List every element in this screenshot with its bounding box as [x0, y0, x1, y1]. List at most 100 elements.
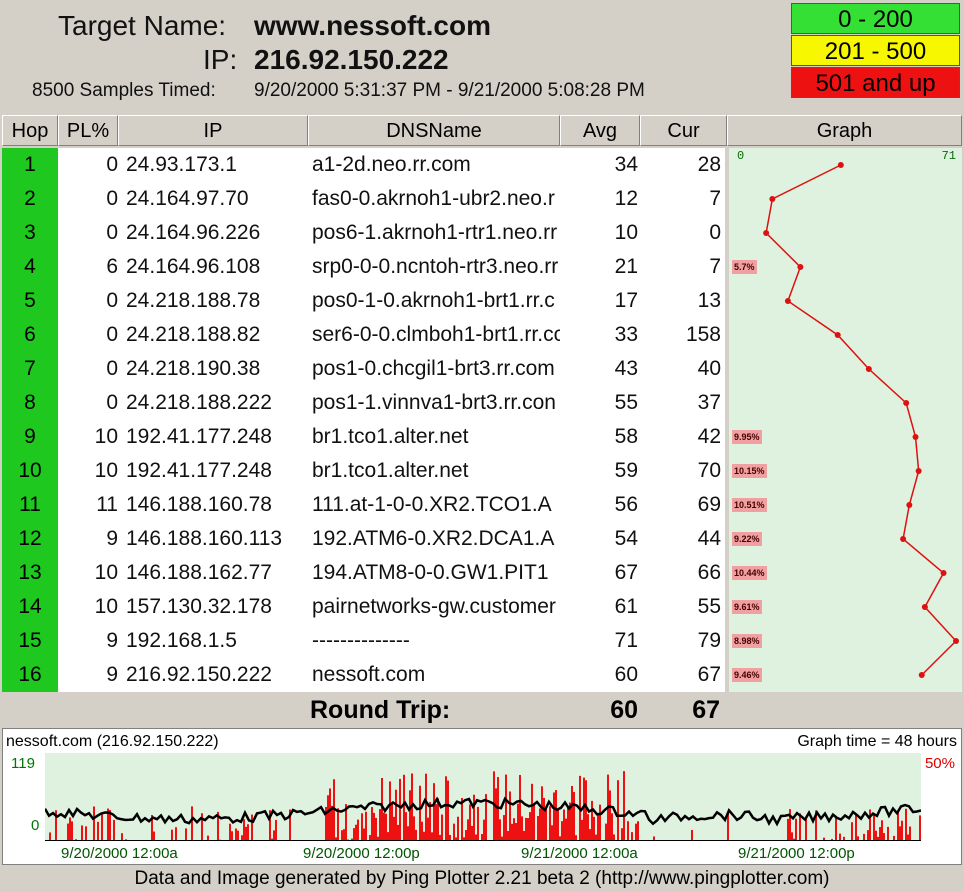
- loss-bar: [383, 812, 385, 841]
- table-row[interactable]: 5 0 24.218.188.78 pos0-1-0.akrnoh1-brt1.rr.…: [2, 284, 962, 318]
- table-row[interactable]: 2 0 24.164.97.70 fas0-0.akrnoh1-ubr2.neo.r 1…: [2, 182, 962, 216]
- table-row[interactable]: 6 0 24.218.188.82 ser6-0-0.clmboh1-brt1.rr.…: [2, 318, 962, 352]
- round-trip-cur: 67: [692, 696, 720, 724]
- ip-address: 157.130.32.178: [118, 590, 308, 624]
- round-trip-bar: Round Trip: 60 67: [0, 694, 964, 726]
- packet-loss-value: 9: [58, 522, 118, 556]
- loss-bar: [587, 814, 589, 841]
- loss-bar: [361, 813, 363, 841]
- table-row[interactable]: 9 10 192.41.177.248 br1.tco1.alter.net 58 42 9…: [2, 420, 962, 454]
- packet-loss-value: 6: [58, 250, 118, 284]
- loss-bar: [67, 823, 69, 841]
- loss-bar: [467, 819, 469, 841]
- table-row[interactable]: 11 11 146.188.160.78 111.at-1-0-0.XR2.TCO1.…: [2, 488, 962, 522]
- column-hop[interactable]: Hop: [2, 115, 58, 146]
- column-ip[interactable]: IP: [118, 115, 308, 146]
- hop-number: 10: [2, 454, 58, 488]
- loss-bar: [97, 821, 99, 841]
- loss-bar: [341, 830, 343, 841]
- loss-bar: [565, 818, 567, 841]
- loss-bar: [523, 830, 525, 841]
- cur-latency: 70: [640, 454, 725, 488]
- loss-bar: [389, 781, 391, 841]
- table-row[interactable]: 12 9 146.188.160.113 192.ATM6-0.XR2.DCA1.A 5…: [2, 522, 962, 556]
- loss-bar: [379, 809, 381, 841]
- table-row[interactable]: 7 0 24.218.190.38 pos1-0.chcgil1-brt3.rr.co…: [2, 352, 962, 386]
- loss-bar: [477, 806, 479, 841]
- loss-bar: [609, 790, 611, 841]
- loss-bar: [611, 813, 613, 841]
- avg-latency: 21: [560, 250, 640, 284]
- loss-bar: [543, 797, 545, 841]
- cur-latency: 13: [640, 284, 725, 318]
- packet-loss-value: 10: [58, 420, 118, 454]
- loss-bar: [631, 832, 633, 841]
- loss-bar: [171, 829, 173, 841]
- time-graph-loss-label: 50%: [924, 755, 955, 772]
- loss-bar: [691, 829, 693, 841]
- table-row[interactable]: 13 10 146.188.162.77 194.ATM8-0-0.GW1.PIT1 6…: [2, 556, 962, 590]
- loss-bar: [851, 822, 853, 841]
- table-row[interactable]: 10 10 192.41.177.248 br1.tco1.alter.net 59 70…: [2, 454, 962, 488]
- column-avg[interactable]: Avg: [560, 115, 640, 146]
- loss-bar: [867, 830, 869, 841]
- round-trip-label: Round Trip:: [310, 696, 451, 724]
- loss-bar: [591, 800, 593, 841]
- table-row[interactable]: 1 0 24.93.173.1 a1-2d.neo.rr.com 34 28: [2, 148, 962, 182]
- loss-bar: [237, 830, 239, 841]
- table-row[interactable]: 16 9 216.92.150.222 nessoft.com 60 67 9.46%: [2, 658, 962, 692]
- loss-bar: [495, 788, 497, 841]
- loss-bar: [527, 818, 529, 841]
- ip-address: 216.92.150.222: [118, 658, 308, 692]
- avg-latency: 17: [560, 284, 640, 318]
- table-row[interactable]: 14 10 157.130.32.178 pairnetworks-gw.custom…: [2, 590, 962, 624]
- loss-bar: [121, 833, 123, 841]
- loss-bar: [331, 805, 333, 841]
- cur-latency: 69: [640, 488, 725, 522]
- packet-loss-bar: 9.95%: [732, 430, 762, 444]
- ip-address: 24.93.173.1: [118, 148, 308, 182]
- loss-bar: [525, 817, 527, 841]
- hop-number: 16: [2, 658, 58, 692]
- column-graph[interactable]: Graph: [727, 115, 962, 146]
- table-row[interactable]: 15 9 192.168.1.5 -------------- 71 79 8.98%: [2, 624, 962, 658]
- table-row[interactable]: 3 0 24.164.96.226 pos6-1.akrnoh1-rtr1.neo.r…: [2, 216, 962, 250]
- loss-bar: [327, 795, 329, 841]
- column-cur[interactable]: Cur: [640, 115, 727, 146]
- loss-bar: [385, 813, 387, 841]
- ip-address: 24.218.188.82: [118, 318, 308, 352]
- table-row[interactable]: 4 6 24.164.96.108 srp0-0-0.ncntoh-rtr3.neo.…: [2, 250, 962, 284]
- loss-bar: [623, 771, 625, 841]
- loss-bar: [883, 833, 885, 841]
- ip-value: 216.92.150.222: [254, 44, 449, 75]
- table-row[interactable]: 8 0 24.218.188.222 pos1-1.vinnva1-brt3.rr.c…: [2, 386, 962, 420]
- loss-bar: [605, 823, 607, 841]
- dns-name: pos6-1.akrnoh1-rtr1.neo.rr: [308, 216, 560, 250]
- loss-bar: [855, 815, 857, 841]
- loss-bar: [191, 806, 193, 841]
- loss-bar: [529, 812, 531, 841]
- loss-bar: [431, 832, 433, 841]
- loss-bar: [375, 817, 377, 841]
- column-dnsname[interactable]: DNSName: [308, 115, 560, 146]
- avg-latency: 60: [560, 658, 640, 692]
- avg-latency: 59: [560, 454, 640, 488]
- ip-address: 24.218.188.222: [118, 386, 308, 420]
- loss-bar: [597, 814, 599, 841]
- loss-bar: [533, 804, 535, 841]
- packet-loss-value: 10: [58, 590, 118, 624]
- hop-number: 11: [2, 488, 58, 522]
- ip-address: 146.188.160.78: [118, 488, 308, 522]
- dns-name: 194.ATM8-0-0.GW1.PIT1: [308, 556, 560, 590]
- loss-bar: [561, 821, 563, 841]
- loss-bar: [537, 815, 539, 841]
- time-graph-x-label-1: 9/20/2000 12:00a: [61, 845, 178, 862]
- time-graph-x-label-4: 9/21/2000 12:00p: [738, 845, 855, 862]
- packet-loss-bar: 10.44%: [732, 566, 767, 580]
- loss-bar: [471, 825, 473, 841]
- loss-bar: [229, 823, 231, 841]
- loss-bar: [835, 817, 837, 841]
- hop-number: 5: [2, 284, 58, 318]
- loss-bar: [247, 824, 249, 841]
- column-pl[interactable]: PL%: [58, 115, 118, 146]
